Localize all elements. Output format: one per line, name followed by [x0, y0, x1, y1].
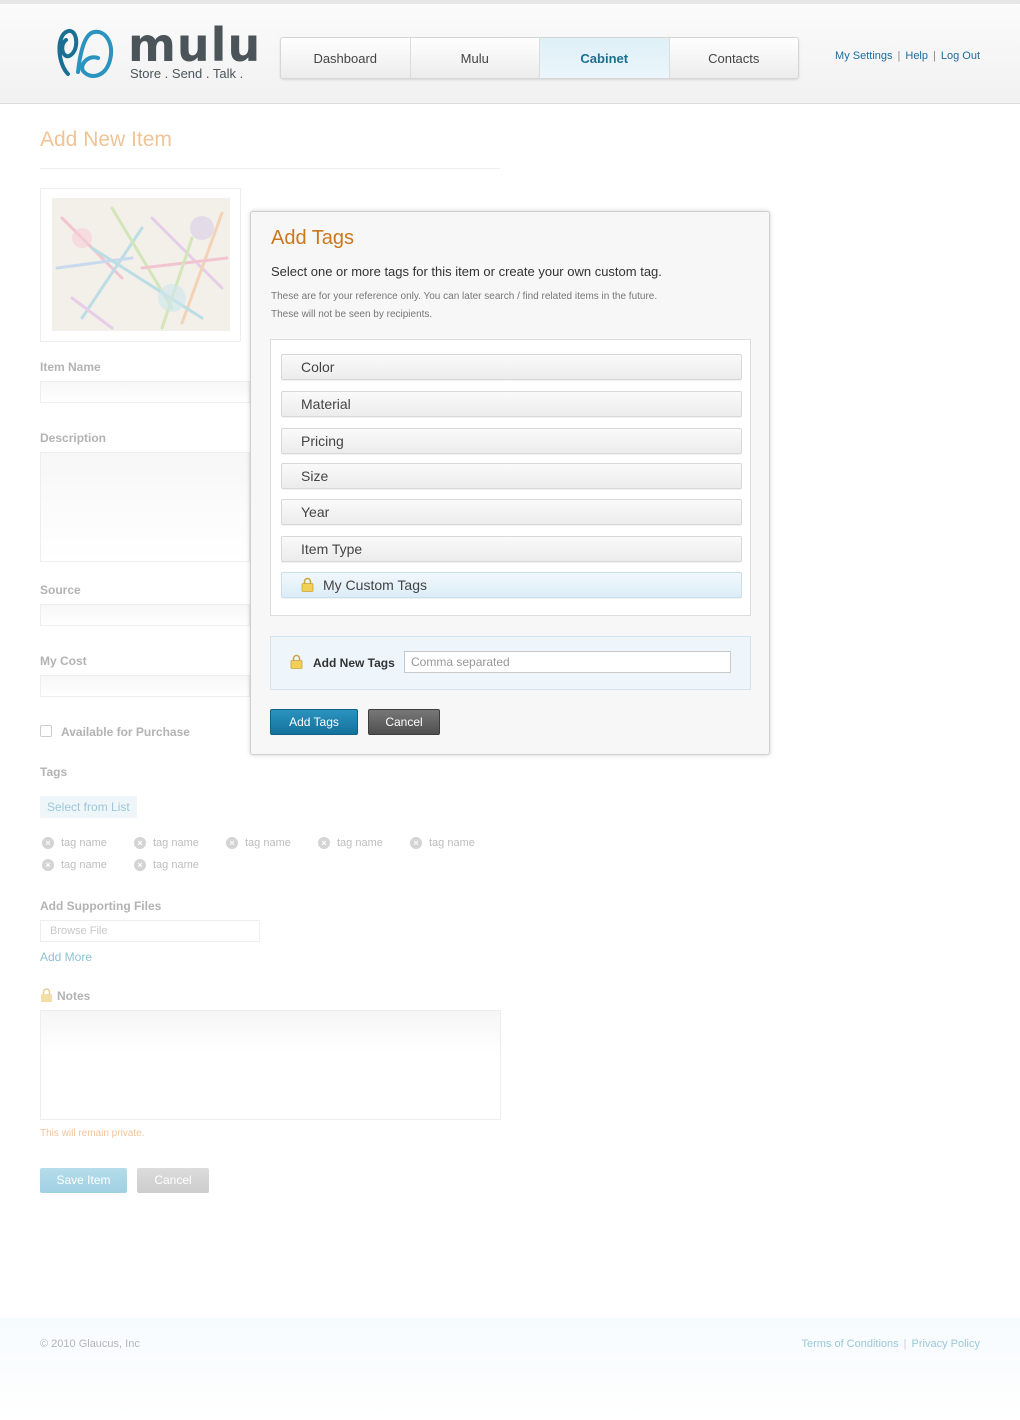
item-name-label: Item Name [40, 360, 101, 374]
notes-label: Notes [57, 989, 91, 1003]
description-field[interactable] [40, 452, 250, 562]
source-label: Source [40, 583, 81, 597]
dialog-title: Add Tags [271, 227, 355, 249]
tag-category-list: Color Material Pricing Size Year Item Ty… [270, 339, 751, 616]
tag-chip-label: tag name [337, 837, 383, 849]
dialog-note: These will not be seen by recipients. [271, 309, 433, 320]
tag-chip-label: tag name [61, 859, 107, 871]
dialog-note: These are for your reference only. You c… [271, 291, 658, 302]
separator: | [933, 50, 936, 62]
terms-link[interactable]: Terms of Conditions [801, 1338, 898, 1350]
form-cancel-button[interactable]: Cancel [137, 1168, 209, 1193]
supporting-files-label: Add Supporting Files [40, 899, 162, 913]
tags-label: Tags [40, 765, 68, 779]
site-header: mulu Store . Send . Talk . Dashboard Mul… [0, 0, 1020, 104]
category-size[interactable]: Size [281, 463, 742, 489]
title-divider [40, 168, 500, 169]
tag-chip[interactable]: × tag name [318, 837, 383, 849]
add-new-tags-panel: Add New Tags [270, 636, 751, 690]
tag-chip[interactable]: × tag name [226, 837, 291, 849]
remove-tag-icon[interactable]: × [42, 859, 54, 871]
tag-chip[interactable]: × tag name [134, 859, 199, 871]
notes-field[interactable] [40, 1010, 501, 1120]
tag-chip-label: tag name [61, 837, 107, 849]
remove-tag-icon[interactable]: × [42, 837, 54, 849]
tab-cabinet[interactable]: Cabinet [540, 38, 670, 78]
remove-tag-icon[interactable]: × [134, 859, 146, 871]
browse-file-field[interactable]: Browse File [40, 920, 260, 942]
available-checkbox[interactable] [40, 725, 52, 737]
separator: | [897, 50, 901, 62]
tag-chip-label: tag name [245, 837, 291, 849]
item-photo-frame[interactable] [40, 188, 241, 342]
dialog-subtitle: Select one or more tags for this item or… [271, 264, 662, 279]
category-my-custom-tags[interactable]: My Custom Tags [281, 572, 742, 598]
utility-links: My Settings | Help | Log Out [835, 50, 980, 62]
tag-chip[interactable]: × tag name [134, 837, 199, 849]
tag-chip[interactable]: × tag name [42, 837, 107, 849]
private-note: This will remain private. [40, 1128, 145, 1139]
category-pricing[interactable]: Pricing [281, 428, 742, 454]
add-tags-button[interactable]: Add Tags [270, 709, 358, 735]
tag-chip-label: tag name [153, 859, 199, 871]
category-year[interactable]: Year [281, 499, 742, 525]
mulu-swirl-icon [57, 28, 113, 78]
custom-tags-label: My Custom Tags [323, 577, 427, 593]
tag-chip-label: tag name [153, 837, 199, 849]
cost-label: My Cost [40, 654, 87, 668]
save-item-button[interactable]: Save Item [40, 1168, 127, 1193]
remove-tag-icon[interactable]: × [134, 837, 146, 849]
log-out-link[interactable]: Log Out [941, 50, 980, 62]
cost-field[interactable] [40, 675, 250, 697]
logo-wordmark: mulu [128, 18, 262, 72]
mulu-logo[interactable]: mulu Store . Send . Talk . [54, 18, 260, 86]
new-tags-input[interactable] [404, 651, 731, 673]
tag-chip[interactable]: × tag name [42, 859, 107, 871]
main-nav: Dashboard Mulu Cabinet Contacts [280, 37, 799, 79]
footer-links: Terms of Conditions | Privacy Policy [801, 1338, 980, 1350]
remove-tag-icon[interactable]: × [410, 837, 422, 849]
dialog-cancel-button[interactable]: Cancel [368, 709, 440, 735]
available-label: Available for Purchase [61, 725, 190, 739]
lock-icon [290, 654, 303, 669]
description-label: Description [40, 431, 107, 445]
tag-chip-label: tag name [429, 837, 475, 849]
item-name-field[interactable] [40, 381, 250, 403]
logo-tagline: Store . Send . Talk . [130, 66, 244, 81]
category-item-type[interactable]: Item Type [281, 536, 742, 562]
privacy-link[interactable]: Privacy Policy [912, 1338, 980, 1350]
lock-icon [301, 577, 314, 592]
lock-icon [41, 988, 52, 1002]
add-more-link[interactable]: Add More [40, 950, 92, 964]
select-from-list-button[interactable]: Select from List [40, 796, 137, 818]
help-link[interactable]: Help [905, 50, 928, 62]
tab-contacts[interactable]: Contacts [670, 38, 799, 78]
add-tags-dialog: Add Tags Select one or more tags for thi… [250, 211, 770, 755]
remove-tag-icon[interactable]: × [226, 837, 238, 849]
add-new-tags-label: Add New Tags [313, 656, 395, 670]
tab-dashboard[interactable]: Dashboard [281, 38, 411, 78]
copyright: © 2010 Glaucus, Inc [40, 1338, 140, 1350]
separator: | [903, 1338, 907, 1350]
category-color[interactable]: Color [281, 354, 742, 380]
category-material[interactable]: Material [281, 391, 742, 417]
source-field[interactable] [40, 604, 250, 626]
my-settings-link[interactable]: My Settings [835, 50, 892, 62]
tab-mulu[interactable]: Mulu [411, 38, 540, 78]
remove-tag-icon[interactable]: × [318, 837, 330, 849]
page-title: Add New Item [40, 128, 172, 151]
tag-chip[interactable]: × tag name [410, 837, 475, 849]
item-photo [52, 198, 230, 331]
site-footer: © 2010 Glaucus, Inc Terms of Conditions |… [0, 1318, 1020, 1420]
